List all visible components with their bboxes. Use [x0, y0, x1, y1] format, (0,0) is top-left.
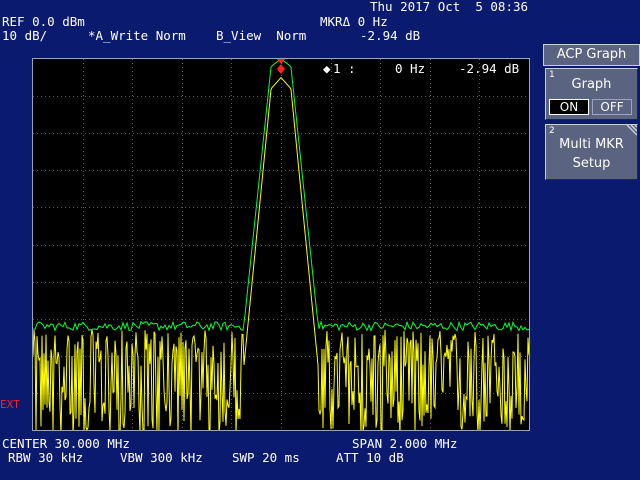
marker-readout-freq: 0 Hz — [395, 61, 426, 76]
sweep-time: SWP 20 ms — [232, 450, 300, 465]
marker-delta-value: -2.94 dB — [360, 28, 421, 43]
ext-indicator: EXT — [0, 398, 20, 411]
traces — [33, 59, 529, 430]
marker-readout-value: -2.94 dB — [459, 61, 520, 76]
multi-mkr-label-line2: Setup — [572, 156, 611, 171]
rbw: RBW 30 kHz — [8, 450, 84, 465]
multi-mkr-label-line1: Multi MKR — [559, 137, 624, 152]
marker-1-delta-icon — [277, 64, 285, 74]
vbw: VBW 300 kHz — [120, 450, 203, 465]
softkey-menu-title: ACP Graph — [543, 44, 640, 66]
span-frequency: SPAN 2.000 MHz — [352, 436, 458, 451]
trace-a-line — [33, 76, 529, 430]
trace-a-status: *A_Write Norm — [88, 28, 186, 43]
graph-on-option[interactable]: ON — [549, 99, 589, 115]
submenu-corner-icon — [626, 125, 637, 136]
marker-delta-label: MKRΔ 0 Hz — [320, 14, 388, 29]
datetime: Thu 2017 Oct 5 08:36 — [370, 0, 529, 14]
ref-level: REF 0.0 dBm — [2, 14, 85, 29]
spectrum-plot — [33, 59, 529, 430]
graph-softkey-label: Graph — [571, 77, 612, 92]
graticule — [33, 59, 529, 430]
multi-mkr-setup-softkey[interactable]: 2 Multi MKR Setup — [545, 124, 638, 180]
marker-symbol-icon: ◆ — [323, 61, 331, 76]
scale-per-div: 10 dB/ — [2, 28, 48, 43]
trace-b-status: B_View Norm — [216, 28, 307, 43]
marker-readout-id: 1 : — [333, 61, 356, 76]
graph-off-option[interactable]: OFF — [592, 99, 632, 115]
graph-softkey[interactable]: 1 Graph ON OFF — [545, 68, 638, 120]
softkey-number: 2 — [549, 126, 555, 136]
center-frequency: CENTER 30.000 MHz — [2, 436, 130, 451]
attenuation: ATT 10 dB — [336, 450, 404, 465]
spectrum-display: ◆ 1 : 0 Hz -2.94 dB — [32, 58, 530, 431]
